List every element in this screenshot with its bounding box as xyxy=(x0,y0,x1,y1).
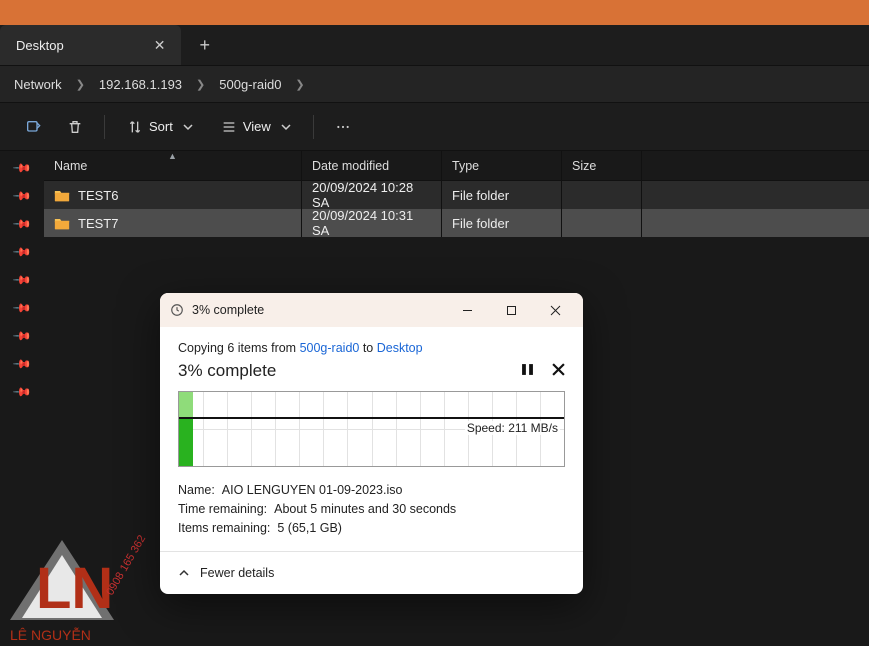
view-label: View xyxy=(243,119,271,134)
chevron-down-icon xyxy=(281,122,291,132)
toolbar-separator xyxy=(313,115,314,139)
items-value: 5 (65,1 GB) xyxy=(277,521,342,535)
pin-icon[interactable]: 📌 xyxy=(12,382,32,402)
column-date[interactable]: Date modified xyxy=(302,151,442,180)
pin-icon[interactable]: 📌 xyxy=(12,158,32,178)
chevron-right-icon: ❯ xyxy=(295,78,304,91)
folder-icon xyxy=(54,217,70,230)
pin-icon[interactable]: 📌 xyxy=(12,214,32,234)
tab-bar: Desktop ✕ + xyxy=(0,25,869,65)
maximize-button[interactable] xyxy=(493,296,529,324)
pin-icon[interactable]: 📌 xyxy=(12,186,32,206)
dest-link[interactable]: Desktop xyxy=(377,341,423,355)
sort-asc-icon: ▲ xyxy=(168,151,177,161)
toolbar: Sort View xyxy=(0,103,869,151)
dialog-titlebar[interactable]: 3% complete xyxy=(160,293,583,327)
toolbar-separator xyxy=(104,115,105,139)
clock-icon xyxy=(170,303,184,317)
file-date: 20/09/2024 10:28 SA xyxy=(302,181,442,209)
time-value: About 5 minutes and 30 seconds xyxy=(274,502,456,516)
breadcrumb: Network ❯ 192.168.1.193 ❯ 500g-raid0 ❯ xyxy=(0,65,869,103)
crumb-network[interactable]: Network xyxy=(8,73,68,96)
copy-prefix: Copying 6 items from xyxy=(178,341,300,355)
more-icon[interactable] xyxy=(326,110,360,144)
dialog-title: 3% complete xyxy=(192,303,264,317)
to-word: to xyxy=(359,341,376,355)
column-name-label: Name xyxy=(54,159,87,173)
chevron-right-icon: ❯ xyxy=(76,78,85,91)
file-size xyxy=(562,181,642,209)
pause-button[interactable] xyxy=(521,363,534,380)
cancel-button[interactable] xyxy=(552,363,565,380)
column-size-label: Size xyxy=(572,159,596,173)
crumb-folder[interactable]: 500g-raid0 xyxy=(213,73,287,96)
separator xyxy=(160,551,583,552)
table-row[interactable]: TEST6 20/09/2024 10:28 SA File folder xyxy=(44,181,869,209)
pin-icon[interactable]: 📌 xyxy=(12,354,32,374)
file-name: TEST7 xyxy=(78,216,118,231)
sort-label: Sort xyxy=(149,119,173,134)
chevron-down-icon xyxy=(183,122,193,132)
column-name[interactable]: ▲ Name xyxy=(44,151,302,180)
table-row[interactable]: TEST7 20/09/2024 10:31 SA File folder xyxy=(44,209,869,237)
items-label: Items remaining: xyxy=(178,521,270,535)
tab-title: Desktop xyxy=(16,38,64,53)
time-label: Time remaining: xyxy=(178,502,267,516)
pin-icon[interactable]: 📌 xyxy=(12,326,32,346)
chevron-right-icon: ❯ xyxy=(196,78,205,91)
file-size xyxy=(562,209,642,237)
share-icon[interactable] xyxy=(16,110,50,144)
new-tab-button[interactable]: + xyxy=(199,35,210,56)
crumb-ip[interactable]: 192.168.1.193 xyxy=(93,73,188,96)
speed-chart: Speed: 211 MB/s xyxy=(178,391,565,467)
column-headers: ▲ Name Date modified Type Size xyxy=(44,151,869,181)
source-link[interactable]: 500g-raid0 xyxy=(300,341,360,355)
speed-line xyxy=(179,417,564,419)
pin-icon[interactable]: 📌 xyxy=(12,242,32,262)
close-button[interactable] xyxy=(537,296,573,324)
file-type: File folder xyxy=(442,181,562,209)
file-type: File folder xyxy=(442,209,562,237)
folder-icon xyxy=(54,189,70,202)
minimize-button[interactable] xyxy=(449,296,485,324)
sort-button[interactable]: Sort xyxy=(117,110,203,144)
file-name: TEST6 xyxy=(78,188,118,203)
fewer-details-label: Fewer details xyxy=(200,566,274,580)
delete-icon[interactable] xyxy=(58,110,92,144)
view-button[interactable]: View xyxy=(211,110,301,144)
chevron-up-icon xyxy=(178,567,190,579)
copy-details: Name: AIO LENGUYEN 01-09-2023.iso Time r… xyxy=(178,481,565,537)
speed-bar-dark xyxy=(179,417,193,466)
copy-summary: Copying 6 items from 500g-raid0 to Deskt… xyxy=(178,341,565,355)
fewer-details-toggle[interactable]: Fewer details xyxy=(160,556,583,594)
pin-icon[interactable]: 📌 xyxy=(12,270,32,290)
quick-access-strip: 📌 📌 📌 📌 📌 📌 📌 📌 📌 xyxy=(0,151,44,646)
name-value: AIO LENGUYEN 01-09-2023.iso xyxy=(222,483,403,497)
close-tab-icon[interactable]: ✕ xyxy=(154,37,166,54)
column-type[interactable]: Type xyxy=(442,151,562,180)
column-size[interactable]: Size xyxy=(562,151,642,180)
speed-label: Speed: 211 MB/s xyxy=(465,421,560,435)
pin-icon[interactable]: 📌 xyxy=(12,298,32,318)
copy-progress-dialog: 3% complete Copying 6 items from 500g-ra… xyxy=(160,293,583,594)
speed-bar-light xyxy=(179,392,193,417)
file-date: 20/09/2024 10:31 SA xyxy=(302,209,442,237)
percent-complete: 3% complete xyxy=(178,361,276,381)
column-date-label: Date modified xyxy=(312,159,389,173)
name-label: Name: xyxy=(178,483,215,497)
column-type-label: Type xyxy=(452,159,479,173)
tab-desktop[interactable]: Desktop ✕ xyxy=(0,25,181,65)
